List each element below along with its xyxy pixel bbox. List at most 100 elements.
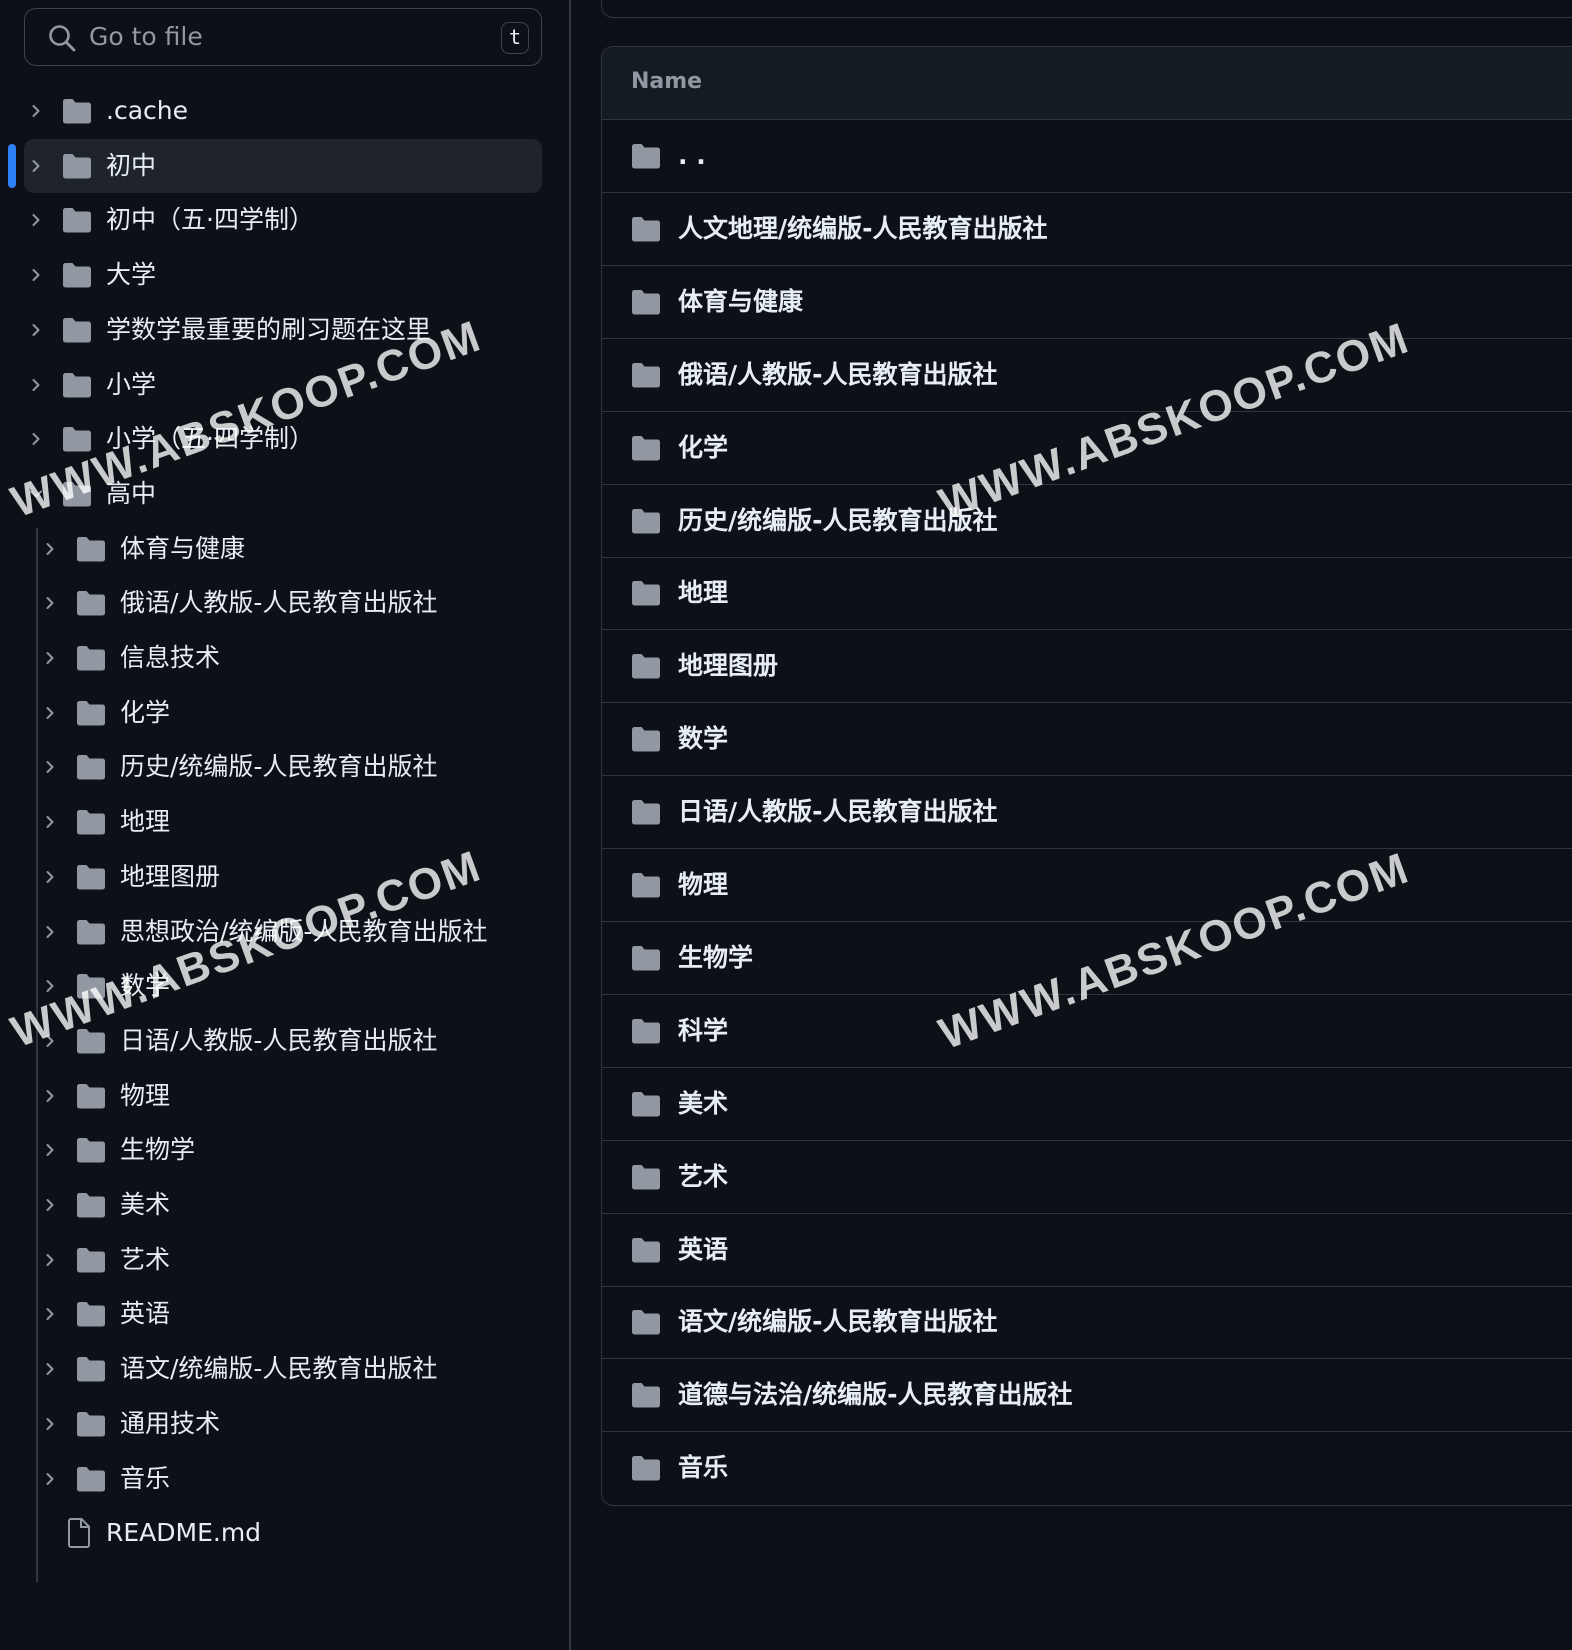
tree-folder-item[interactable]: 英语	[24, 1287, 542, 1341]
go-to-file-search[interactable]: Go to file t	[24, 8, 542, 66]
tree-folder-item[interactable]: 历史/统编版-人民教育出版社	[24, 740, 542, 794]
chevron-right-icon[interactable]	[42, 705, 58, 721]
chevron-right-icon[interactable]	[28, 431, 44, 447]
tree-item-label: 地理图册	[120, 861, 221, 891]
tree-folder-item[interactable]: 思想政治/统编版-人民教育出版社	[24, 905, 542, 959]
column-header-name[interactable]: Name	[631, 69, 702, 94]
tree-folder-item[interactable]: .cache	[24, 84, 542, 138]
chevron-right-icon[interactable]	[42, 1471, 58, 1487]
tree-folder-item[interactable]: 艺术	[24, 1233, 542, 1287]
chevron-right-icon[interactable]	[28, 212, 44, 228]
chevron-right-icon[interactable]	[42, 595, 58, 611]
folder-link[interactable]: 历史/统编版-人民教育出版社	[678, 505, 998, 537]
folder-link[interactable]: 地理图册	[678, 650, 778, 682]
chevron-right-icon[interactable]	[28, 267, 44, 283]
table-row[interactable]: 物理	[602, 849, 1572, 922]
folder-link[interactable]: 音乐	[678, 1452, 728, 1484]
folder-link[interactable]: 体育与健康	[678, 286, 803, 318]
chevron-right-icon[interactable]	[42, 541, 58, 557]
folder-link[interactable]: 物理	[678, 869, 728, 901]
table-row[interactable]: 美术	[602, 1068, 1572, 1141]
chevron-right-icon[interactable]	[28, 158, 44, 174]
tree-folder-item[interactable]: 初中（五·四学制）	[24, 193, 542, 247]
tree-folder-item[interactable]: 数学	[24, 959, 542, 1013]
chevron-right-icon[interactable]	[28, 103, 44, 119]
folder-icon	[63, 153, 91, 179]
folder-link[interactable]: 美术	[678, 1088, 728, 1120]
table-row[interactable]: 历史/统编版-人民教育出版社	[602, 485, 1572, 558]
tree-folder-item[interactable]: 音乐	[24, 1452, 542, 1506]
tree-folder-item[interactable]: 地理	[24, 795, 542, 849]
chevron-right-icon[interactable]	[42, 1416, 58, 1432]
tree-folder-item[interactable]: 初中	[24, 138, 542, 193]
table-row[interactable]: 地理	[602, 557, 1572, 631]
table-row[interactable]: 日语/人教版-人民教育出版社	[602, 776, 1572, 850]
folder-link[interactable]: 数学	[678, 723, 728, 755]
chevron-right-icon[interactable]	[42, 1142, 58, 1158]
tree-folder-item[interactable]: 体育与健康	[24, 522, 542, 576]
chevron-right-icon[interactable]	[42, 1306, 58, 1322]
folder-link[interactable]: 道德与法治/统编版-人民教育出版社	[678, 1379, 1073, 1411]
table-row[interactable]: 数学	[602, 703, 1572, 777]
tree-folder-item[interactable]: 通用技术	[24, 1397, 542, 1451]
tree-folder-item[interactable]: 小学	[24, 358, 542, 412]
tree-folder-item[interactable]: 化学	[24, 686, 542, 740]
table-row[interactable]: 化学	[602, 412, 1572, 485]
table-row[interactable]: 艺术	[602, 1141, 1572, 1214]
table-row[interactable]: 英语	[602, 1214, 1572, 1287]
tree-folder-item[interactable]: 信息技术	[24, 631, 542, 685]
chevron-right-icon[interactable]	[42, 650, 58, 666]
folder-icon	[632, 144, 660, 169]
folder-link[interactable]: 化学	[678, 432, 728, 464]
chevron-right-icon[interactable]	[42, 978, 58, 994]
tree-file-item[interactable]: README.md	[24, 1506, 542, 1560]
tree-folder-item[interactable]: 物理	[24, 1069, 542, 1123]
tree-folder-item[interactable]: 生物学	[24, 1123, 542, 1177]
tree-folder-item[interactable]: 地理图册	[24, 850, 542, 904]
table-row[interactable]: 地理图册	[602, 630, 1572, 704]
chevron-right-icon[interactable]	[42, 1361, 58, 1377]
table-row[interactable]: 语文/统编版-人民教育出版社	[602, 1286, 1572, 1360]
folder-link[interactable]: 科学	[678, 1015, 728, 1047]
tree-folder-item[interactable]: 高中	[24, 467, 542, 521]
folder-link[interactable]: 地理	[678, 577, 728, 609]
chevron-right-icon[interactable]	[42, 1033, 58, 1049]
tree-folder-item[interactable]: 小学（五·四学制）	[24, 412, 542, 466]
tree-folder-item[interactable]: 日语/人教版-人民教育出版社	[24, 1014, 542, 1068]
chevron-right-icon[interactable]	[28, 377, 44, 393]
chevron-right-icon[interactable]	[42, 759, 58, 775]
folder-icon	[632, 800, 660, 825]
chevron-right-icon[interactable]	[28, 322, 44, 338]
chevron-down-icon[interactable]	[28, 486, 44, 502]
table-row[interactable]: 生物学	[602, 922, 1572, 995]
tree-folder-item[interactable]: 学数学最重要的刷习题在这里	[24, 303, 542, 357]
folder-link[interactable]: 英语	[678, 1234, 728, 1266]
table-row[interactable]: 科学	[602, 995, 1572, 1068]
chevron-right-icon[interactable]	[42, 1088, 58, 1104]
tree-folder-item[interactable]: 美术	[24, 1178, 542, 1232]
chevron-right-icon[interactable]	[42, 1252, 58, 1268]
table-row[interactable]: 俄语/人教版-人民教育出版社	[602, 339, 1572, 412]
chevron-right-icon[interactable]	[42, 869, 58, 885]
folder-link[interactable]: 生物学	[678, 942, 753, 974]
table-row[interactable]: 道德与法治/统编版-人民教育出版社	[602, 1359, 1572, 1433]
folder-link[interactable]: 语文/统编版-人民教育出版社	[678, 1306, 998, 1338]
tree-folder-item[interactable]: 大学	[24, 248, 542, 302]
tree-folder-item[interactable]: 语文/统编版-人民教育出版社	[24, 1342, 542, 1396]
chevron-right-icon[interactable]	[42, 924, 58, 940]
table-row[interactable]: 体育与健康	[602, 266, 1572, 339]
folder-link[interactable]: 人文地理/统编版-人民教育出版社	[678, 213, 1048, 245]
folder-link[interactable]: 日语/人教版-人民教育出版社	[678, 796, 998, 828]
tree-item-label: 生物学	[120, 1135, 196, 1165]
folder-link[interactable]: 俄语/人教版-人民教育出版社	[678, 359, 998, 391]
table-row[interactable]: 人文地理/统编版-人民教育出版社	[602, 193, 1572, 266]
parent-directory-link[interactable]: . .	[678, 140, 706, 172]
folder-link[interactable]: 艺术	[678, 1161, 728, 1193]
folder-icon	[632, 1310, 660, 1335]
chevron-right-icon[interactable]	[42, 1197, 58, 1213]
parent-directory-row[interactable]: . .	[602, 120, 1572, 193]
chevron-right-icon[interactable]	[42, 814, 58, 830]
tree-folder-item[interactable]: 俄语/人教版-人民教育出版社	[24, 576, 542, 630]
table-header: Name	[602, 47, 1572, 120]
table-row[interactable]: 音乐	[602, 1432, 1572, 1505]
